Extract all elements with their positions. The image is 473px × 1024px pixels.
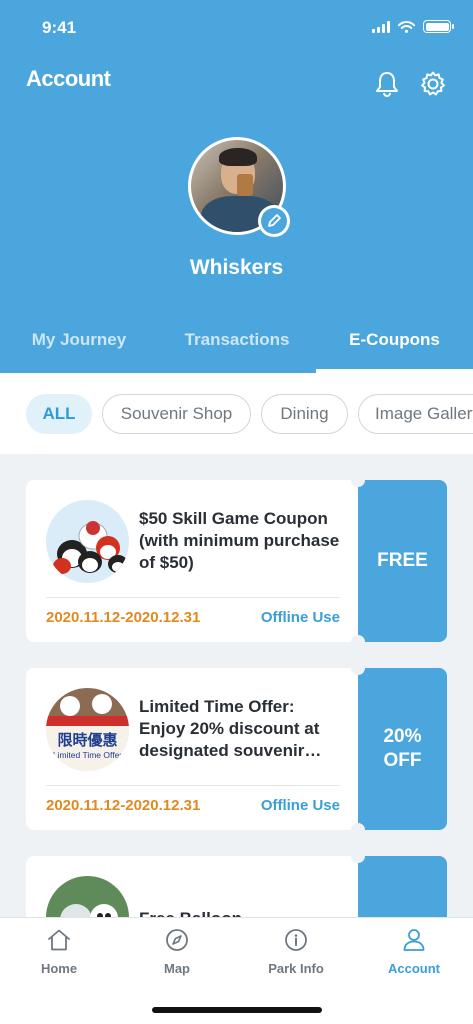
battery-icon — [423, 20, 454, 33]
tab-e-coupons[interactable]: E-Coupons — [316, 330, 473, 350]
coupon-thumbnail-limited-offer: 限時優惠 Limited Time Offer — [46, 688, 129, 771]
coupon-validity-date: 2020.11.12-2020.12.31 — [46, 797, 201, 814]
nav-account[interactable]: Account — [355, 928, 473, 976]
divider — [46, 597, 340, 598]
wifi-icon — [398, 20, 415, 33]
nav-account-label: Account — [388, 961, 440, 976]
user-icon — [403, 929, 425, 951]
home-icon — [48, 929, 70, 951]
nav-map-label: Map — [164, 961, 190, 976]
filter-chip-all[interactable]: ALL — [26, 394, 92, 434]
home-indicator[interactable] — [152, 1007, 322, 1013]
filter-chip-dining[interactable]: Dining — [261, 394, 348, 434]
compass-icon — [166, 929, 188, 951]
pencil-icon — [261, 208, 287, 234]
tab-transactions[interactable]: Transactions — [158, 330, 316, 350]
edit-avatar-button[interactable] — [258, 205, 290, 237]
page-title: Account — [26, 66, 111, 91]
coupon-validity-date: 2020.11.12-2020.12.31 — [46, 609, 201, 626]
coupon-thumbnail-plush — [46, 500, 129, 583]
status-icons — [372, 20, 454, 33]
ticket-notch — [351, 635, 365, 649]
notification-bell-icon[interactable] — [374, 70, 400, 98]
divider — [46, 785, 340, 786]
nav-park-info[interactable]: Park Info — [237, 928, 355, 976]
coupon-badge: 20% OFF — [358, 668, 447, 830]
coupon-badge: FREE — [358, 480, 447, 642]
account-tabs: My Journey Transactions E-Coupons — [0, 322, 473, 373]
status-time: 9:41 — [42, 18, 77, 37]
ticket-notch — [351, 849, 365, 863]
nav-park-info-label: Park Info — [268, 961, 324, 976]
coupon-details: $50 Skill Game Coupon (with minimum purc… — [26, 480, 358, 642]
signal-icon — [372, 20, 390, 33]
coupon-title: Limited Time Offer: Enjoy 20% discount a… — [139, 697, 322, 760]
nav-home-label: Home — [40, 961, 78, 976]
username: Whiskers — [189, 256, 284, 279]
account-header: 9:41 Account Whiskers My Journey Transac… — [0, 0, 473, 373]
tab-my-journey[interactable]: My Journey — [0, 330, 158, 350]
nav-home[interactable]: Home — [0, 928, 118, 976]
settings-gear-icon[interactable] — [419, 70, 447, 98]
nav-map[interactable]: Map — [118, 928, 236, 976]
coupon-title: $50 Skill Game Coupon (with minimum purc… — [139, 509, 340, 572]
ticket-notch — [351, 473, 365, 487]
filter-bar: ALL Souvenir Shop Dining Image Gallery — [0, 373, 473, 454]
filter-chip-souvenir-shop[interactable]: Souvenir Shop — [102, 394, 251, 434]
coupon-usage-type: Offline Use — [260, 797, 340, 814]
ticket-notch — [351, 661, 365, 675]
coupon-card[interactable]: 限時優惠 Limited Time Offer Limited Time Off… — [26, 661, 447, 837]
coupon-usage-type: Offline Use — [260, 609, 340, 626]
thumb-chinese-text: 限時優惠 — [57, 731, 117, 749]
profile-avatar[interactable] — [188, 137, 290, 237]
ticket-notch — [351, 823, 365, 837]
info-icon — [285, 929, 307, 951]
thumb-english-text: Limited Time Offer — [53, 750, 122, 760]
filter-chip-image-gallery[interactable]: Image Gallery — [358, 394, 473, 434]
coupon-card[interactable]: $50 Skill Game Coupon (with minimum purc… — [26, 473, 447, 649]
coupon-details: 限時優惠 Limited Time Offer Limited Time Off… — [26, 668, 358, 830]
